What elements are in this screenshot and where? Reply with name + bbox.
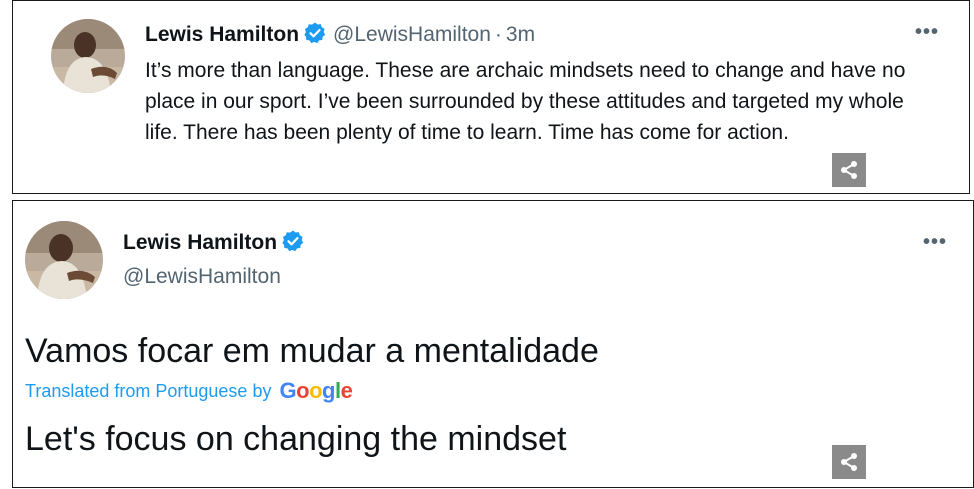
share-icon	[841, 453, 857, 471]
tweet-header: Lewis Hamilton @LewisHamilton · 3m	[145, 21, 535, 55]
verified-badge-icon	[303, 21, 327, 55]
google-logo: Google	[279, 378, 353, 403]
timestamp[interactable]: 3m	[506, 23, 535, 46]
handle-row: @LewisHamilton	[123, 263, 281, 293]
display-name[interactable]: Lewis Hamilton	[145, 23, 299, 46]
avatar-photo	[25, 221, 103, 299]
share-icon	[841, 161, 857, 179]
more-options-button[interactable]: •••	[923, 231, 947, 254]
display-name[interactable]: Lewis Hamilton	[123, 231, 277, 254]
original-tweet-text: Vamos focar em mudar a mentalidade	[25, 332, 599, 370]
tweet-text: It’s more than language. These are archa…	[145, 59, 906, 144]
more-options-button[interactable]: •••	[915, 21, 939, 44]
share-button[interactable]	[832, 445, 866, 479]
tweet-header: Lewis Hamilton	[123, 229, 305, 263]
separator: ·	[494, 23, 502, 46]
tweet-card-2[interactable]: Lewis Hamilton @LewisHamilton ••• Vamos …	[12, 200, 974, 488]
translated-tweet-text: Let's focus on changing the mindset	[25, 420, 567, 458]
translation-attribution[interactable]: Translated from Portuguese by Google	[25, 378, 353, 403]
share-button[interactable]	[832, 153, 866, 187]
translated-label: Translated from Portuguese by	[25, 381, 272, 401]
handle[interactable]: @LewisHamilton	[333, 23, 491, 46]
verified-badge-icon	[281, 229, 305, 263]
avatar[interactable]	[25, 221, 103, 299]
handle[interactable]: @LewisHamilton	[123, 265, 281, 288]
avatar[interactable]	[51, 19, 125, 93]
avatar-photo	[51, 19, 125, 93]
tweet-card-1[interactable]: Lewis Hamilton @LewisHamilton · 3m ••• It’s…	[12, 0, 970, 194]
